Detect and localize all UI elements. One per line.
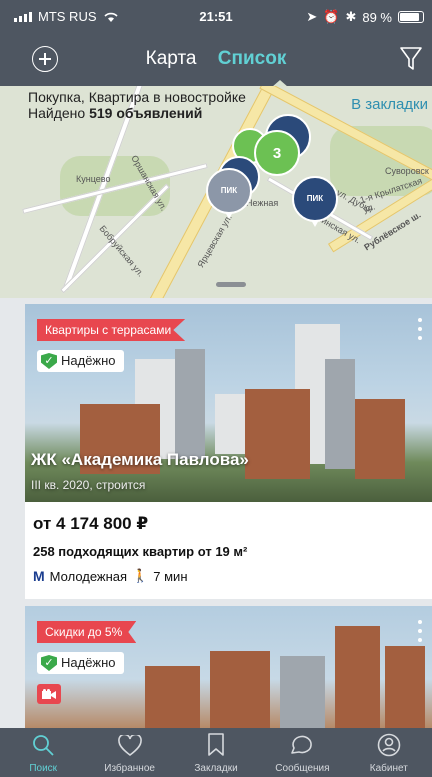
listing-price: от 4 174 800 ₽ [33, 514, 149, 533]
listing-subtitle: III кв. 2020, строится [31, 478, 146, 492]
location-icon: ➤ [306, 9, 318, 24]
battery-icon [398, 11, 424, 23]
filter-icon[interactable] [400, 46, 422, 72]
status-bar: MTS RUS 21:51 ➤ ⏰ ✱ 89 % [0, 0, 432, 30]
map-preview[interactable]: Кунцево Оршанская ул. Ярцевская ул. Бобр… [0, 86, 432, 298]
heart-icon [117, 735, 142, 757]
map-label: Кунцево [76, 174, 111, 184]
more-options-icon[interactable] [418, 318, 422, 340]
promo-tag: Скидки до 5% [37, 621, 137, 643]
more-options-icon[interactable] [418, 620, 422, 642]
map-pin[interactable]: ПИК [292, 176, 338, 227]
bluetooth-icon: ✱ [345, 9, 357, 24]
tab-bookmarks[interactable]: Закладки [173, 728, 259, 777]
found-count: 519 объявлений [89, 105, 203, 121]
alarm-icon: ⏰ [323, 9, 340, 24]
metro-icon: М [33, 568, 45, 584]
listing-card[interactable]: Скидки до 5% ✓ Надёжно [25, 606, 432, 728]
listing-card[interactable]: Квартиры с террасами ✓ Надёжно ЖК «Академ… [25, 304, 432, 599]
listing-list[interactable]: Квартиры с террасами ✓ Надёжно ЖК «Академ… [0, 298, 432, 728]
listing-metro: М Молодежная 🚶 7 мин [33, 568, 188, 584]
listing-title: ЖК «Академика Павлова» [31, 450, 249, 469]
reliable-badge: ✓ Надёжно [37, 652, 124, 674]
video-icon[interactable] [37, 684, 61, 704]
tab-map[interactable]: Карта [146, 48, 197, 69]
tab-list[interactable]: Список [218, 48, 287, 69]
reliable-badge: ✓ Надёжно [37, 350, 124, 372]
nav-bar: Карта Список [0, 40, 432, 80]
listing-photo[interactable]: Скидки до 5% ✓ Надёжно [25, 606, 432, 728]
shield-check-icon: ✓ [41, 655, 57, 671]
bookmark-icon [208, 733, 224, 756]
drag-handle[interactable] [216, 282, 246, 287]
battery-percent: 89 % [362, 9, 392, 25]
tab-bar: Поиск Избранное Закладки Сообщения Кабин… [0, 728, 432, 777]
tab-messages[interactable]: Сообщения [259, 728, 345, 777]
tab-profile[interactable]: Кабинет [346, 728, 432, 777]
map-cluster-pin[interactable]: 3 [254, 130, 300, 176]
map-label: Нежная [246, 198, 279, 208]
tab-favorites[interactable]: Избранное [86, 728, 172, 777]
user-icon [377, 733, 401, 757]
listing-flats: 258 подходящих квартир от 19 м² [33, 544, 248, 559]
chat-icon [291, 735, 313, 754]
search-summary: Покупка, Квартира в новостройке Найдено … [28, 89, 246, 121]
add-to-bookmarks-link[interactable]: В закладки [351, 96, 428, 113]
shield-check-icon: ✓ [41, 353, 57, 369]
map-pin[interactable]: ПИК [206, 168, 252, 219]
tab-search[interactable]: Поиск [0, 728, 86, 777]
promo-tag: Квартиры с террасами [37, 319, 186, 341]
search-icon [33, 735, 54, 756]
view-switcher: Карта Список [0, 48, 432, 70]
listing-photo[interactable]: Квартиры с террасами ✓ Надёжно ЖК «Академ… [25, 304, 432, 502]
top-bar: MTS RUS 21:51 ➤ ⏰ ✱ 89 % Карта Список [0, 0, 432, 86]
walk-icon: 🚶 [132, 568, 149, 583]
